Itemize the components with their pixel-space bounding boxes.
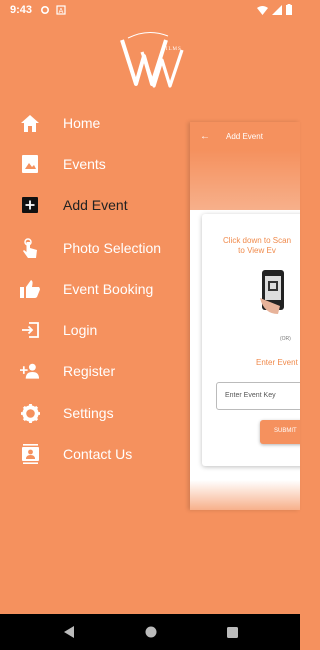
nav-item-register[interactable]: Register <box>0 352 190 390</box>
thumbs-up-icon <box>20 279 40 299</box>
nav-item-home[interactable]: Home <box>0 104 190 142</box>
nav-item-event-booking[interactable]: Event Booking <box>0 270 190 308</box>
brand-logo: FILMS <box>120 32 184 88</box>
back-nav-icon[interactable] <box>63 626 75 638</box>
nav-label-contact-us: Contact Us <box>63 446 133 462</box>
nav-item-photo-selection[interactable]: Photo Selection <box>0 228 190 268</box>
nav-item-events[interactable]: Events <box>0 145 190 183</box>
event-key-input[interactable]: Enter Event Key <box>216 382 300 410</box>
submit-button[interactable]: SUBMIT <box>260 420 300 444</box>
home-icon <box>20 113 40 133</box>
event-card: Click down to Scan to View Ev (OR) Enter… <box>202 214 300 466</box>
add-box-icon <box>20 195 40 215</box>
signal-icon <box>272 4 282 15</box>
home-nav-icon[interactable] <box>145 626 157 638</box>
preview-app-bar: ← Add Event <box>190 122 300 150</box>
add-event-screen-preview: ← Add Event Click down to Scan to View E… <box>190 122 300 510</box>
header-wave <box>190 150 300 210</box>
touch-icon <box>20 238 40 258</box>
person-add-icon <box>20 361 40 381</box>
or-separator: (OR) <box>280 336 291 342</box>
nav-item-login[interactable]: Login <box>0 311 190 349</box>
footer-wave <box>190 480 300 510</box>
nav-label-photo-selection: Photo Selection <box>63 240 162 256</box>
recents-nav-icon[interactable] <box>226 626 238 638</box>
status-bar: 9:43 A <box>0 0 300 20</box>
back-arrow-icon: ← <box>200 130 210 142</box>
enter-event-label: Enter Event <box>256 358 298 367</box>
image-icon <box>20 154 40 174</box>
battery-icon <box>286 4 292 15</box>
nav-label-home: Home <box>63 115 101 131</box>
wifi-icon <box>257 5 268 15</box>
qr-scan-phone-icon[interactable] <box>260 270 286 314</box>
system-navigation-bar <box>0 614 300 650</box>
nav-item-contact-us[interactable]: Contact Us <box>0 435 190 473</box>
nav-label-login: Login <box>63 322 98 338</box>
nav-label-event-booking: Event Booking <box>63 281 154 297</box>
login-icon <box>20 320 40 340</box>
settings-status-icon <box>41 5 50 15</box>
gear-icon <box>20 403 40 423</box>
status-time: 9:43 <box>10 4 33 16</box>
contacts-icon <box>20 444 40 464</box>
scan-hint-text: Click down to Scan to View Ev <box>222 236 292 255</box>
nav-label-register: Register <box>63 363 116 379</box>
svg-text:A: A <box>59 8 64 15</box>
nav-label-add-event: Add Event <box>63 197 128 213</box>
nav-item-settings[interactable]: Settings <box>0 394 190 432</box>
preview-title: Add Event <box>226 131 263 141</box>
svg-text:FILMS: FILMS <box>162 47 182 52</box>
nav-label-events: Events <box>63 156 106 172</box>
nav-item-add-event[interactable]: Add Event <box>0 186 190 224</box>
font-status-icon: A <box>56 5 66 15</box>
nav-label-settings: Settings <box>63 405 114 421</box>
